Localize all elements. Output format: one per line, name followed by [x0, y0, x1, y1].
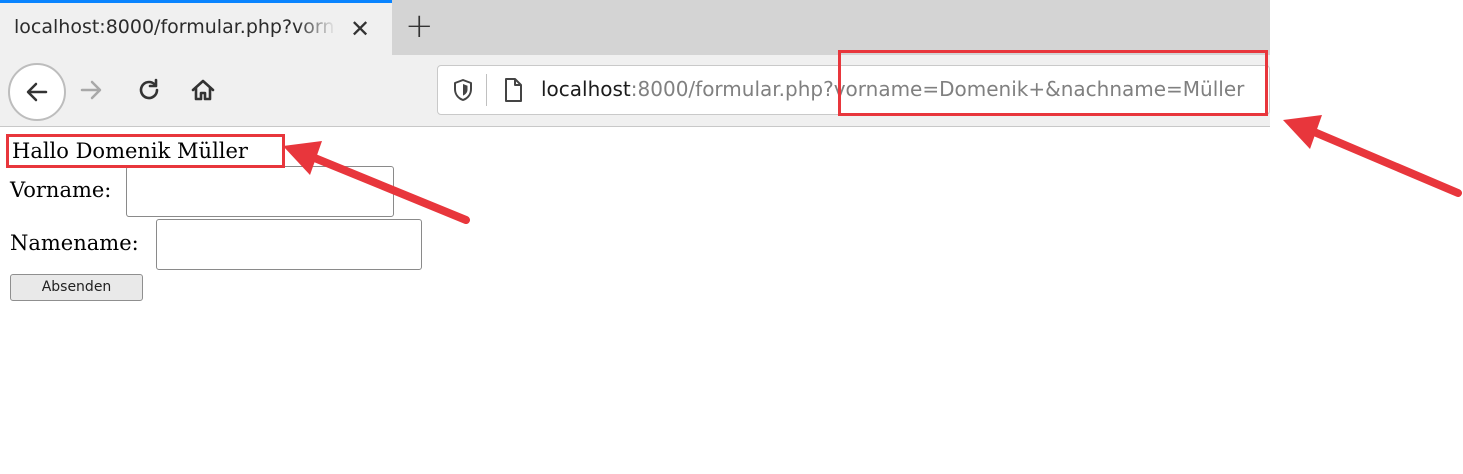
annotation-arrows: [283, 115, 1462, 224]
url-arrow: [1283, 115, 1462, 197]
greeting-arrow: [283, 141, 470, 224]
